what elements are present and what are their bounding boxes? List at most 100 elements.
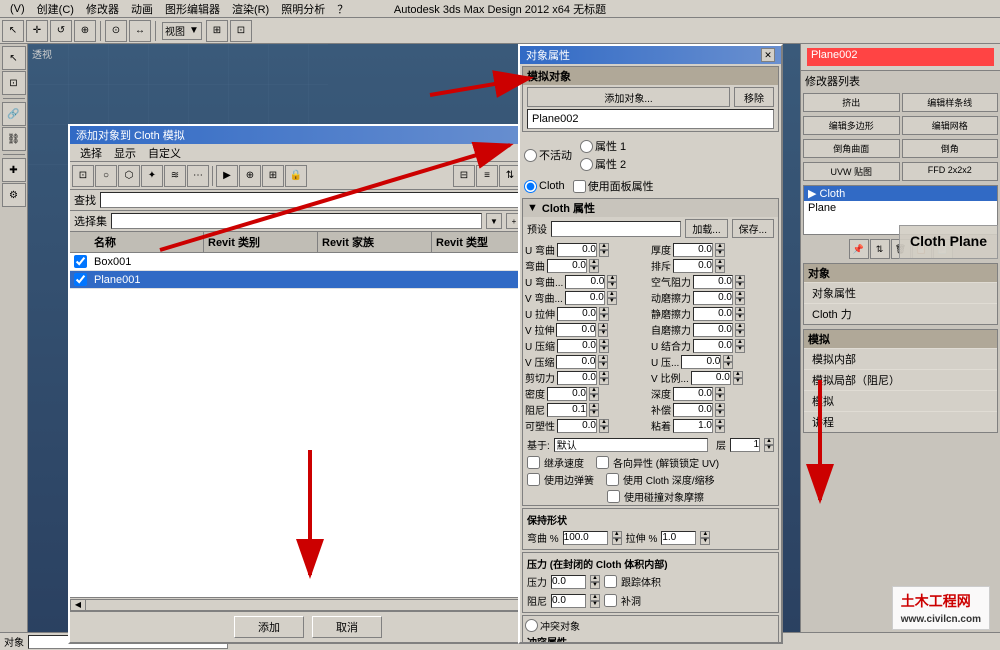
section-progress[interactable]: 讲程 xyxy=(804,411,997,432)
add-object-btn[interactable]: 添加对象... xyxy=(527,87,730,107)
preset-input[interactable] xyxy=(551,221,681,237)
search-input[interactable] xyxy=(100,192,542,208)
param-u-stretch-input[interactable] xyxy=(557,307,597,321)
unlink-btn[interactable]: ⛓ xyxy=(2,127,26,151)
param-repulsion-up[interactable]: ▲ xyxy=(715,259,725,266)
density-down[interactable]: ▼ xyxy=(589,394,599,401)
ucomp2-down[interactable]: ▼ xyxy=(723,362,733,369)
depth-down[interactable]: ▼ xyxy=(715,394,725,401)
u-stretch-down[interactable]: ▼ xyxy=(599,314,609,321)
th-revit-cat[interactable]: Revit 类别 xyxy=(204,232,318,252)
undo-btn[interactable]: ⊞ xyxy=(206,20,228,42)
param-density-input[interactable] xyxy=(547,387,587,401)
ucomp-down[interactable]: ▼ xyxy=(599,346,609,353)
vscale-up[interactable]: ▲ xyxy=(733,371,743,378)
param-shear-input[interactable] xyxy=(557,371,597,385)
pforce-up[interactable]: ▲ xyxy=(590,575,600,582)
cloth-depth-check[interactable] xyxy=(606,473,619,486)
bend-pct-up[interactable]: ▲ xyxy=(612,531,622,538)
param-air-input[interactable] xyxy=(693,275,733,289)
menu-lighting[interactable]: 照明分析 xyxy=(275,1,331,17)
vcomp-up[interactable]: ▲ xyxy=(598,355,608,362)
param-stickiness-input[interactable] xyxy=(673,419,713,433)
damping-up[interactable]: ▲ xyxy=(589,403,599,410)
section-sim-inner[interactable]: 模拟内部 xyxy=(804,348,997,369)
layer-down[interactable]: ▼ xyxy=(764,445,774,452)
remove-btn[interactable]: 移除 xyxy=(734,87,774,107)
u-bend2-down[interactable]: ▼ xyxy=(607,282,617,289)
d-tb-group[interactable]: ⊞ xyxy=(262,165,284,187)
edit-spline-btn[interactable]: 编辑样条线 xyxy=(902,93,999,112)
prop2-radio[interactable] xyxy=(580,158,593,171)
u-stretch-up[interactable]: ▲ xyxy=(599,307,609,314)
rotate-tool-btn[interactable]: ↺ xyxy=(50,20,72,42)
modify-btn[interactable]: ⚙ xyxy=(2,183,26,207)
param-u-bend-input[interactable] xyxy=(557,243,597,257)
ucomp2-up[interactable]: ▲ xyxy=(723,355,733,362)
bend-pct-down[interactable]: ▼ xyxy=(612,538,622,545)
select-tool-btn[interactable]: ↖ xyxy=(2,20,24,42)
selffric-up[interactable]: ▲ xyxy=(735,323,745,330)
d-tb-arrow[interactable]: ▶ xyxy=(216,165,238,187)
uvw-btn[interactable]: UVW 贴图 xyxy=(803,162,900,181)
staticfric-down[interactable]: ▼ xyxy=(735,314,745,321)
stretch-pct-up[interactable]: ▲ xyxy=(700,531,710,538)
section-object-props[interactable]: 对象属性 xyxy=(804,282,997,303)
preset-load-btn[interactable]: 加载... xyxy=(685,219,727,238)
move-tool-btn[interactable]: ✛ xyxy=(26,20,48,42)
menu-animation[interactable]: 动画 xyxy=(125,1,159,17)
pdamping-input[interactable] xyxy=(551,594,586,608)
stickiness-down[interactable]: ▼ xyxy=(715,426,725,433)
depth-up[interactable]: ▲ xyxy=(715,387,725,394)
edge-spring-check[interactable] xyxy=(527,473,540,486)
param-repulsion-down[interactable]: ▼ xyxy=(715,266,725,273)
pforce-down[interactable]: ▼ xyxy=(590,582,600,589)
d-tb-wave[interactable]: ≋ xyxy=(164,165,186,187)
plasticity-up[interactable]: ▲ xyxy=(599,419,609,426)
cloth-radio[interactable] xyxy=(524,180,537,193)
layer-up[interactable]: ▲ xyxy=(764,438,774,445)
offset-up[interactable]: ▲ xyxy=(715,403,725,410)
layer-input[interactable] xyxy=(730,438,760,452)
table-row[interactable]: Box001 xyxy=(70,253,546,271)
create-btn[interactable]: ✚ xyxy=(2,158,26,182)
param-dynfric-input[interactable] xyxy=(693,291,733,305)
object-name-combo[interactable]: Plane002 xyxy=(807,48,994,66)
anisotropy-check[interactable] xyxy=(596,456,609,469)
region-select-btn[interactable]: ⊡ xyxy=(2,71,26,95)
plasticity-down[interactable]: ▼ xyxy=(599,426,609,433)
table-row-selected[interactable]: Plane001 xyxy=(70,271,546,289)
v-stretch-up[interactable]: ▲ xyxy=(598,323,608,330)
follow-volume-check[interactable] xyxy=(604,575,617,588)
base-dropdown[interactable]: 默认 xyxy=(554,438,708,452)
ubond-up[interactable]: ▲ xyxy=(735,339,745,346)
pdamping-down[interactable]: ▼ xyxy=(590,601,600,608)
vcomp-down[interactable]: ▼ xyxy=(598,362,608,369)
edit-poly-btn[interactable]: 编辑多边形 xyxy=(803,116,900,135)
expand-icon-btn[interactable]: ⇅ xyxy=(870,239,890,259)
use-surface-check[interactable] xyxy=(573,180,586,193)
ubond-down[interactable]: ▼ xyxy=(735,346,745,353)
th-revit-fam[interactable]: Revit 家族 xyxy=(318,232,432,252)
scrollbar-track[interactable] xyxy=(86,599,530,611)
d-tb-star[interactable]: ✦ xyxy=(141,165,163,187)
density-up[interactable]: ▲ xyxy=(589,387,599,394)
dynfric-down[interactable]: ▼ xyxy=(735,298,745,305)
mirror-btn[interactable]: ↔ xyxy=(129,20,151,42)
shear-up[interactable]: ▲ xyxy=(599,371,609,378)
stretch-pct-down[interactable]: ▼ xyxy=(700,538,710,545)
d-tb-circle[interactable]: ○ xyxy=(95,165,117,187)
right-panel-object-combo[interactable]: Plane002 xyxy=(801,44,1000,71)
d-tb-lock[interactable]: 🔒 xyxy=(285,165,307,187)
obj-props-close-btn[interactable]: ✕ xyxy=(761,48,775,62)
cancel-btn[interactable]: 取消 xyxy=(312,616,382,638)
param-ubond-input[interactable] xyxy=(693,339,733,353)
param-bend-input[interactable] xyxy=(547,259,587,273)
row0-check[interactable] xyxy=(74,255,87,268)
add-menu-custom[interactable]: 自定义 xyxy=(142,145,187,161)
d-tb-poly[interactable]: ⬡ xyxy=(118,165,140,187)
air-down[interactable]: ▼ xyxy=(735,282,745,289)
th-name[interactable]: 名称 xyxy=(90,232,204,252)
chamfer-surface-btn[interactable]: 倒角曲面 xyxy=(803,139,900,158)
param-offset-input[interactable] xyxy=(673,403,713,417)
